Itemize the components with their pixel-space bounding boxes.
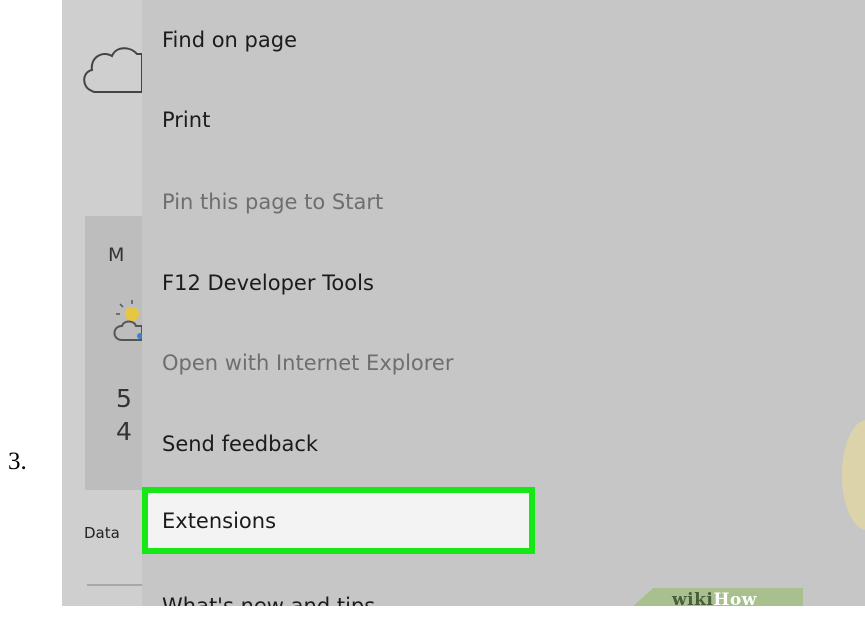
menu-item-label: Send feedback: [162, 432, 319, 456]
temp-low: 4: [116, 417, 132, 446]
background-page: M 5 4 Data: [62, 0, 143, 606]
divider: [87, 584, 142, 586]
menu-item-label: What's new and tips: [162, 594, 376, 606]
menu-item-label: Open with Internet Explorer: [162, 351, 454, 375]
menu-item-label: Print: [162, 108, 211, 132]
data-label: Data: [84, 524, 120, 542]
context-menu: Find on page Print Pin this page to Star…: [142, 0, 865, 606]
menu-item-send-feedback[interactable]: Send feedback: [142, 414, 865, 474]
menu-item-label: Find on page: [162, 28, 297, 52]
menu-item-label: F12 Developer Tools: [162, 271, 374, 295]
menu-item-extensions[interactable]: Extensions: [142, 487, 535, 554]
cloud-icon: [82, 28, 143, 103]
menu-item-pin-to-start: Pin this page to Start: [142, 172, 865, 232]
menu-item-developer-tools[interactable]: F12 Developer Tools: [142, 253, 865, 313]
step-number: 3.: [8, 448, 27, 475]
menu-item-label: Extensions: [162, 508, 277, 533]
watermark-wiki: wiki: [672, 590, 714, 610]
menu-item-print[interactable]: Print: [142, 90, 865, 150]
screenshot: M 5 4 Data Find on page Print Pin this p…: [62, 0, 865, 606]
page: 3. M 5 4 Data Find on page Print Pin thi…: [0, 0, 865, 625]
weather-day-label: M: [108, 244, 125, 266]
watermark-how: How: [713, 590, 757, 610]
watermark: wikiHow: [672, 592, 757, 609]
menu-item-open-with-ie: Open with Internet Explorer: [142, 333, 865, 393]
partly-sunny-icon: [110, 296, 143, 353]
menu-item-label: Pin this page to Start: [162, 190, 384, 214]
menu-item-find-on-page[interactable]: Find on page: [142, 10, 865, 70]
temp-high: 5: [116, 384, 132, 413]
